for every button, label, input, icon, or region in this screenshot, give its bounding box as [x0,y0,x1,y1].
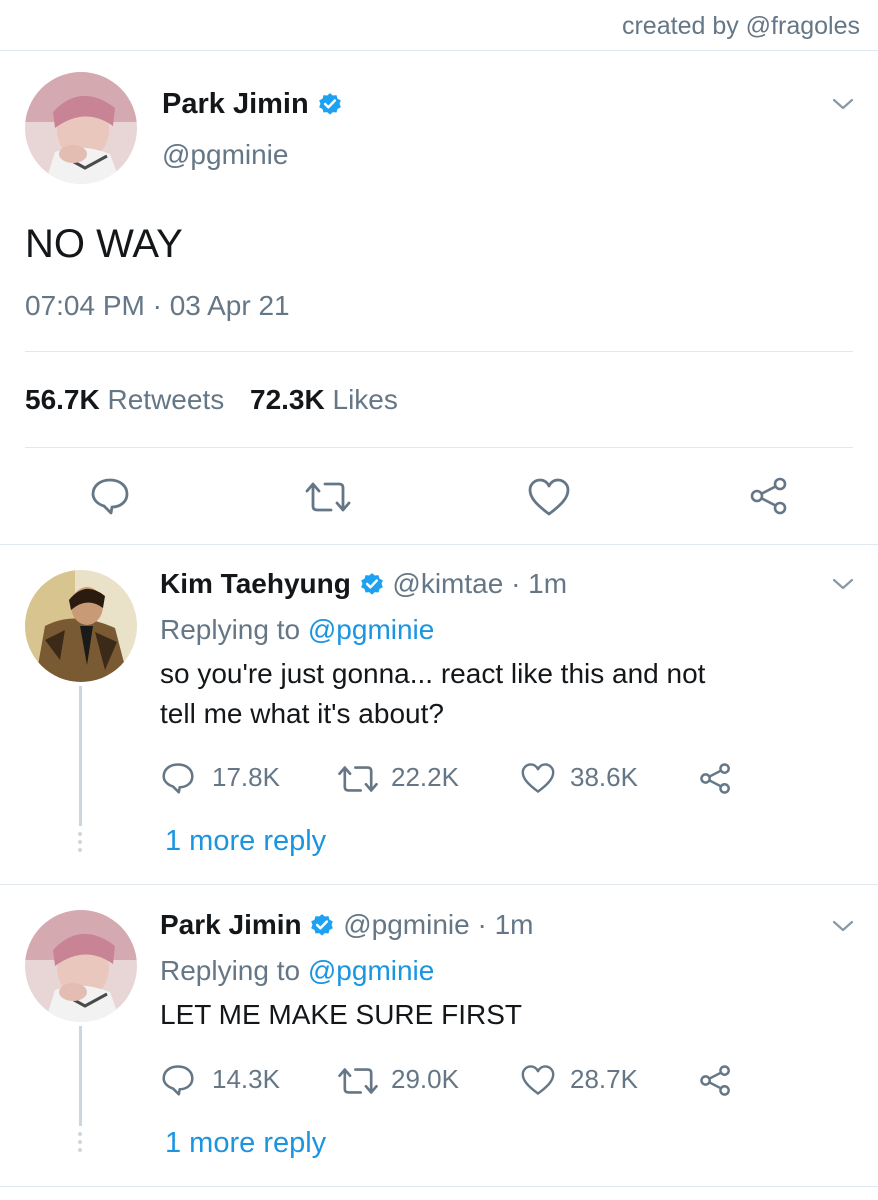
more-replies-link[interactable]: 1 more reply [165,1127,326,1160]
watermark: created by @fragoles [621,12,860,40]
reply-text: so you're just gonna... react like this … [160,658,706,689]
replying-to-handle[interactable]: @pgminie [308,614,434,645]
chevron-down-icon[interactable] [831,576,855,592]
likes-stat[interactable]: 72.3K Likes [250,384,398,415]
tweet-timestamp[interactable]: 07:04 PM · 03 Apr 21 [25,290,290,322]
retweet-count: 22.2K [391,762,459,792]
avatar[interactable] [25,72,137,184]
avatar[interactable] [25,570,137,682]
verified-icon [360,573,383,595]
reply-author-name[interactable]: Kim Taehyung [160,568,351,599]
likes-label: Likes [332,384,398,415]
replying-to-label: Replying to [160,955,301,986]
thread-line [79,686,82,826]
replying-to: Replying to @pgminie [160,955,434,987]
replying-to-label: Replying to [160,614,301,645]
reply-text: LET ME MAKE SURE FIRST [160,999,522,1030]
retweets-stat[interactable]: 56.7K Retweets [25,384,232,415]
replying-to: Replying to @pgminie [160,614,434,646]
reply-icon[interactable] [161,762,195,794]
reply-icon[interactable] [90,477,130,515]
retweets-label: Retweets [107,384,225,415]
reply-handle-time[interactable]: @pgminie · 1m [343,909,533,940]
share-icon[interactable] [698,762,733,795]
more-replies-link[interactable]: 1 more reply [165,825,326,858]
author-name[interactable]: Park Jimin [162,88,309,120]
reply-author-name[interactable]: Park Jimin [160,909,302,940]
reply-header: Park Jimin @pgminie · 1m [160,909,533,941]
engagement-stats: 56.7K Retweets 72.3K Likes [25,384,398,416]
verified-icon [311,914,334,936]
like-icon[interactable] [527,477,571,517]
retweets-count: 56.7K [25,384,100,415]
author-name-row: Park Jimin [162,88,343,121]
author-handle[interactable]: @pgminie [162,139,288,171]
top-divider [0,50,878,51]
divider [0,1186,878,1187]
like-icon[interactable] [520,1064,556,1096]
share-icon[interactable] [748,476,790,516]
reply-count: 17.8K [212,762,280,792]
tweet-text: NO WAY [25,222,183,266]
reply-header: Kim Taehyung @kimtae · 1m [160,568,567,600]
replying-to-handle[interactable]: @pgminie [308,955,434,986]
thread-more-dots [78,832,83,856]
divider [25,447,853,448]
reply-icon[interactable] [161,1064,195,1096]
like-count: 38.6K [570,762,638,792]
reply-handle-time[interactable]: @kimtae · 1m [392,568,567,599]
divider [25,351,853,352]
divider [0,544,878,545]
thread-line [79,1026,82,1126]
like-icon[interactable] [520,762,556,794]
chevron-down-icon[interactable] [831,918,855,934]
divider [0,884,878,885]
share-icon[interactable] [698,1064,733,1097]
avatar[interactable] [25,910,137,1022]
reply-text: tell me what it's about? [160,698,444,729]
thread-more-dots [78,1132,83,1156]
retweet-count: 29.0K [391,1064,459,1094]
reply-count: 14.3K [212,1064,280,1094]
chevron-down-icon[interactable] [831,96,855,112]
verified-icon [318,93,341,115]
retweet-icon[interactable] [336,1066,380,1096]
retweet-icon[interactable] [303,480,353,514]
likes-count: 72.3K [250,384,325,415]
retweet-icon[interactable] [336,764,380,794]
like-count: 28.7K [570,1064,638,1094]
